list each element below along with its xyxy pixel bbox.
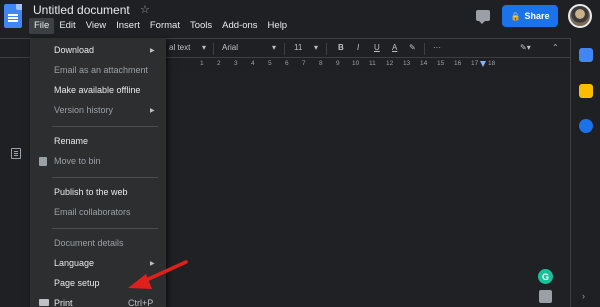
annotation-arrow [128,260,188,289]
